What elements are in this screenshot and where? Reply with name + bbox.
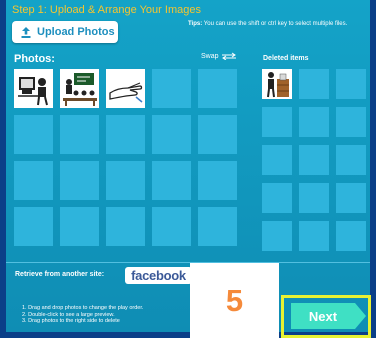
person-at-computer-icon (18, 77, 48, 106)
facebook-button[interactable]: facebook (125, 267, 192, 284)
photo-thumbnail-computer[interactable] (14, 69, 53, 108)
photo-slot[interactable] (106, 207, 145, 246)
swap-control[interactable]: Swap (201, 52, 237, 60)
deleted-slot[interactable] (336, 221, 366, 251)
next-label: Next (308, 308, 338, 324)
classroom-icon (63, 73, 97, 106)
photo-slot[interactable] (152, 69, 191, 108)
pointing-hand-icon (109, 82, 143, 103)
photo-slot[interactable] (152, 161, 191, 200)
swap-arrows-icon (221, 52, 236, 60)
photo-slot[interactable] (106, 161, 145, 200)
next-button[interactable]: Next (291, 303, 366, 329)
photo-slot[interactable] (60, 207, 99, 246)
photo-slot[interactable] (14, 161, 53, 200)
deleted-thumbnail-filing[interactable] (262, 69, 292, 99)
deleted-slot[interactable] (336, 69, 366, 99)
photo-slot[interactable] (152, 207, 191, 246)
tips-bold: Tips: (188, 21, 203, 27)
photo-slot[interactable] (198, 161, 237, 200)
photo-slot[interactable] (198, 207, 237, 246)
deleted-slot[interactable] (299, 145, 329, 175)
upload-photos-button[interactable]: Upload Photos (12, 21, 118, 43)
deleted-slot[interactable] (262, 107, 292, 137)
deleted-slot[interactable] (336, 145, 366, 175)
deleted-items-label: Deleted items (263, 55, 309, 62)
deleted-slot[interactable] (299, 221, 329, 251)
tips-body: You can use the shift or ctrl key to sel… (202, 21, 348, 27)
deleted-slot[interactable] (262, 221, 292, 251)
deleted-items-grid (262, 69, 366, 251)
instruction-item: 1. Drag and drop photos to change the pl… (22, 305, 144, 311)
photo-slot[interactable] (14, 115, 53, 154)
upload-photos-label: Upload Photos (37, 26, 115, 38)
deleted-slot[interactable] (299, 69, 329, 99)
retrieve-bar: Retrieve from another site: facebook (6, 262, 370, 287)
person-filing-icon (267, 72, 289, 98)
photo-slot[interactable] (198, 69, 237, 108)
photo-slot[interactable] (14, 207, 53, 246)
instructions-list: 1. Drag and drop photos to change the pl… (22, 305, 143, 325)
photo-thumbnail-hand[interactable] (106, 69, 145, 108)
deleted-slot[interactable] (336, 107, 366, 137)
deleted-slot[interactable] (299, 183, 329, 213)
step-number: 5 (225, 282, 244, 318)
photo-slot[interactable] (106, 115, 145, 154)
tips-text: Tips: You can use the shift or ctrl key … (188, 21, 347, 27)
deleted-slot[interactable] (262, 145, 292, 175)
step-number-badge: 5 (190, 263, 279, 338)
retrieve-label: Retrieve from another site: (15, 271, 105, 278)
deleted-slot[interactable] (262, 183, 292, 213)
photo-slot[interactable] (60, 161, 99, 200)
photos-label: Photos: (14, 53, 55, 65)
step-title: Step 1: Upload & Arrange Your Images (12, 4, 201, 16)
photo-slot[interactable] (60, 115, 99, 154)
photo-slot[interactable] (198, 115, 237, 154)
photo-slot[interactable] (152, 115, 191, 154)
instruction-item: 3. Drag photos to the right side to dele… (22, 318, 120, 324)
photo-thumbnail-classroom[interactable] (60, 69, 99, 108)
deleted-slot[interactable] (336, 183, 366, 213)
swap-label: Swap (201, 52, 219, 60)
photos-grid (14, 69, 237, 246)
deleted-slot[interactable] (299, 107, 329, 137)
upload-icon (21, 26, 31, 38)
